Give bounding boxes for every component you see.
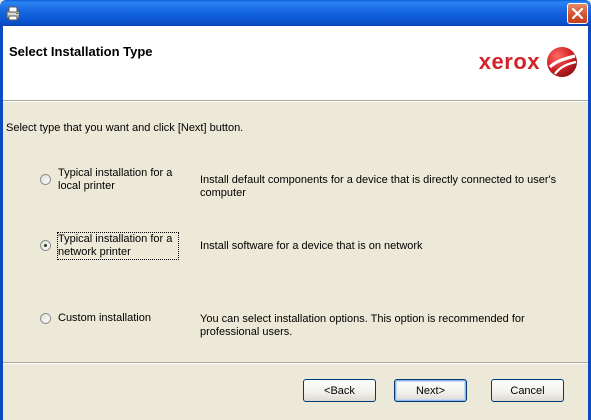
option-label[interactable]: Typical installation for a network print… — [57, 232, 179, 260]
close-button[interactable] — [567, 3, 588, 24]
instruction-text: Select type that you want and click [Nex… — [6, 122, 244, 134]
header-separator — [3, 100, 588, 102]
option-label[interactable]: Typical installation for a local printer — [58, 167, 178, 193]
title-bar[interactable] — [0, 0, 591, 26]
option-description: Install software for a device that is on… — [200, 240, 423, 252]
radio-network-printer[interactable] — [40, 240, 51, 251]
installer-icon — [5, 5, 21, 21]
footer-separator — [3, 362, 588, 364]
next-button[interactable]: Next> — [394, 379, 467, 402]
logo-text: xerox — [478, 49, 540, 74]
option-description: Install default components for a device … — [200, 174, 557, 199]
xerox-sphere-icon — [547, 47, 577, 77]
option-label[interactable]: Custom installation — [58, 312, 178, 325]
close-icon — [572, 8, 583, 19]
radio-local-printer[interactable] — [40, 174, 51, 185]
xerox-logo: xerox — [479, 45, 578, 79]
back-button[interactable]: <Back — [303, 379, 376, 402]
header-banner: Select Installation Type xerox — [3, 26, 588, 100]
option-description: You can select installation options. Thi… — [200, 313, 525, 338]
radio-custom[interactable] — [40, 313, 51, 324]
page-title: Select Installation Type — [9, 44, 153, 59]
cancel-button[interactable]: Cancel — [491, 379, 564, 402]
